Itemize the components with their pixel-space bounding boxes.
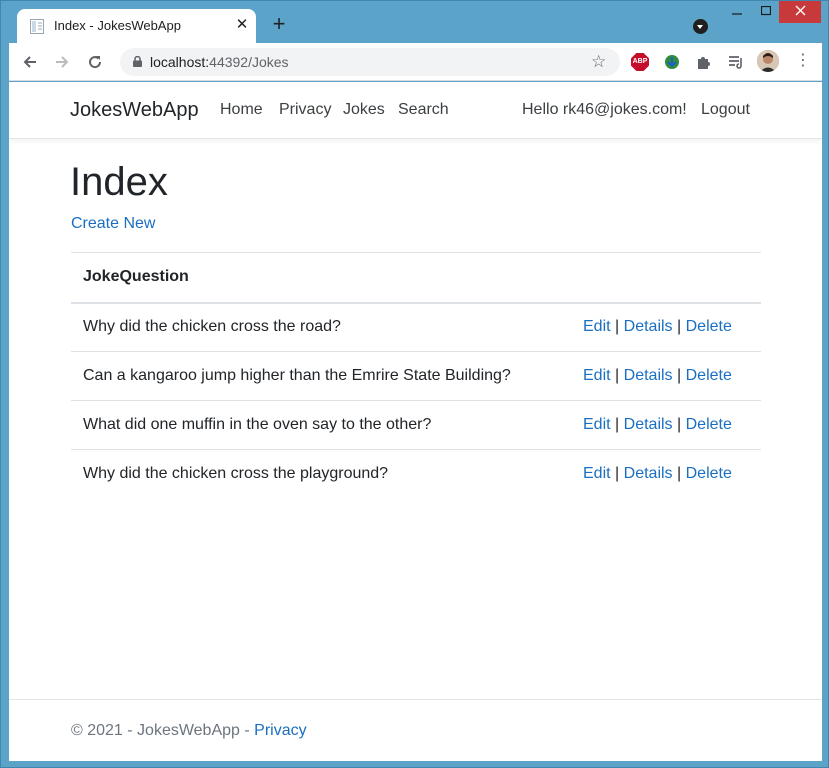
- action-separator: |: [615, 416, 620, 433]
- back-arrow-icon[interactable]: [21, 53, 39, 71]
- joke-question-cell: What did one muffin in the oven say to t…: [71, 400, 571, 450]
- url-path: 44392/Jokes: [209, 54, 289, 70]
- new-tab-button[interactable]: +: [269, 13, 289, 35]
- browser-menu-icon[interactable]: ⋮: [795, 52, 811, 70]
- bookmark-star-icon[interactable]: ☆: [591, 52, 606, 72]
- tab-strip: Index - JokesWebApp ✕ +: [1, 1, 829, 43]
- table-row: Why did the chicken cross the road? Edit…: [71, 302, 761, 352]
- url-host: localhost:: [150, 54, 210, 70]
- delete-link[interactable]: Delete: [686, 465, 732, 482]
- minimize-icon: [731, 13, 742, 15]
- row-actions: Edit | Details | Delete: [571, 450, 761, 499]
- footer-privacy-link[interactable]: Privacy: [254, 722, 306, 739]
- action-separator: |: [677, 465, 682, 483]
- nav-jokes[interactable]: Jokes: [343, 101, 385, 119]
- action-separator: |: [677, 367, 682, 384]
- joke-question-cell: Can a kangaroo jump higher than the Emri…: [71, 351, 571, 401]
- column-header-jokequestion: JokeQuestion: [71, 252, 571, 304]
- nav-home[interactable]: Home: [220, 101, 263, 119]
- page-viewport: JokesWebApp Home Privacy Jokes Search He…: [9, 82, 822, 761]
- nav-privacy[interactable]: Privacy: [279, 101, 331, 119]
- joke-question-cell: Why did the chicken cross the playground…: [83, 465, 389, 483]
- details-link[interactable]: Details: [624, 318, 673, 335]
- edit-link[interactable]: Edit: [583, 465, 611, 482]
- action-separator: |: [677, 318, 682, 336]
- forward-arrow-icon[interactable]: [53, 53, 71, 71]
- delete-link[interactable]: Delete: [686, 367, 732, 384]
- action-separator: |: [615, 318, 620, 336]
- profile-avatar[interactable]: [757, 50, 779, 72]
- close-window-button[interactable]: [779, 1, 821, 23]
- reload-icon[interactable]: [86, 53, 104, 71]
- media-queue-icon[interactable]: [727, 53, 745, 71]
- site-navbar: JokesWebApp Home Privacy Jokes Search He…: [9, 82, 822, 139]
- brand-link[interactable]: JokesWebApp: [70, 99, 199, 122]
- close-icon: [795, 5, 805, 16]
- logout-button[interactable]: Logout: [701, 101, 750, 119]
- browser-tab-active[interactable]: Index - JokesWebApp ✕: [17, 9, 256, 43]
- details-link[interactable]: Details: [624, 367, 673, 384]
- lock-icon: [133, 56, 142, 67]
- minimize-button[interactable]: [722, 1, 751, 23]
- user-greeting[interactable]: Hello rk46@jokes.com!: [522, 101, 687, 119]
- browser-toolbar: localhost:44392/Jokes ☆ ABP ⋮: [9, 43, 822, 81]
- details-link[interactable]: Details: [624, 416, 673, 433]
- page-icon: [30, 19, 44, 34]
- delete-link[interactable]: Delete: [686, 416, 732, 433]
- close-tab-icon[interactable]: ✕: [234, 17, 250, 33]
- footer-text: © 2021 - JokesWebApp - Privacy: [71, 722, 307, 740]
- nav-search[interactable]: Search: [398, 101, 449, 119]
- address-bar[interactable]: localhost:44392/Jokes ☆: [120, 48, 620, 76]
- page-title: Index: [70, 160, 168, 204]
- page-footer: © 2021 - JokesWebApp - Privacy: [9, 699, 822, 761]
- tab-title: Index - JokesWebApp: [54, 18, 181, 33]
- copyright-text: © 2021 - JokesWebApp -: [71, 722, 255, 739]
- joke-question-cell: Why did the chicken cross the road?: [71, 302, 571, 352]
- download-manager-icon[interactable]: [663, 53, 681, 71]
- delete-link[interactable]: Delete: [686, 318, 732, 335]
- action-separator: |: [615, 367, 620, 384]
- browser-window: Index - JokesWebApp ✕ + localhost:44392/…: [0, 0, 829, 768]
- edit-link[interactable]: Edit: [583, 416, 611, 433]
- table-header-row: JokeQuestion: [71, 252, 761, 304]
- maximize-icon: [760, 5, 771, 16]
- tab-search-icon[interactable]: [693, 19, 708, 34]
- action-separator: |: [615, 465, 620, 483]
- edit-link[interactable]: Edit: [583, 367, 611, 384]
- action-separator: |: [677, 416, 682, 433]
- url-text: localhost:44392/Jokes: [150, 54, 289, 70]
- jokes-table: JokeQuestion Why did the chicken cross t…: [71, 252, 761, 499]
- row-actions: Edit | Details | Delete: [571, 400, 761, 450]
- edit-link[interactable]: Edit: [583, 318, 611, 335]
- extensions-puzzle-icon[interactable]: [695, 53, 713, 71]
- create-new-link[interactable]: Create New: [71, 215, 155, 233]
- row-actions: Edit | Details | Delete: [571, 302, 761, 352]
- row-actions: Edit | Details | Delete: [571, 351, 761, 401]
- table-row: What did one muffin in the oven say to t…: [71, 400, 761, 450]
- adblock-plus-icon[interactable]: ABP: [631, 53, 649, 71]
- maximize-button[interactable]: [751, 1, 780, 23]
- column-header-actions: [571, 252, 761, 304]
- table-row: Can a kangaroo jump higher than the Emri…: [71, 351, 761, 401]
- table-row: Why did the chicken cross the playground…: [71, 450, 761, 499]
- details-link[interactable]: Details: [624, 465, 673, 482]
